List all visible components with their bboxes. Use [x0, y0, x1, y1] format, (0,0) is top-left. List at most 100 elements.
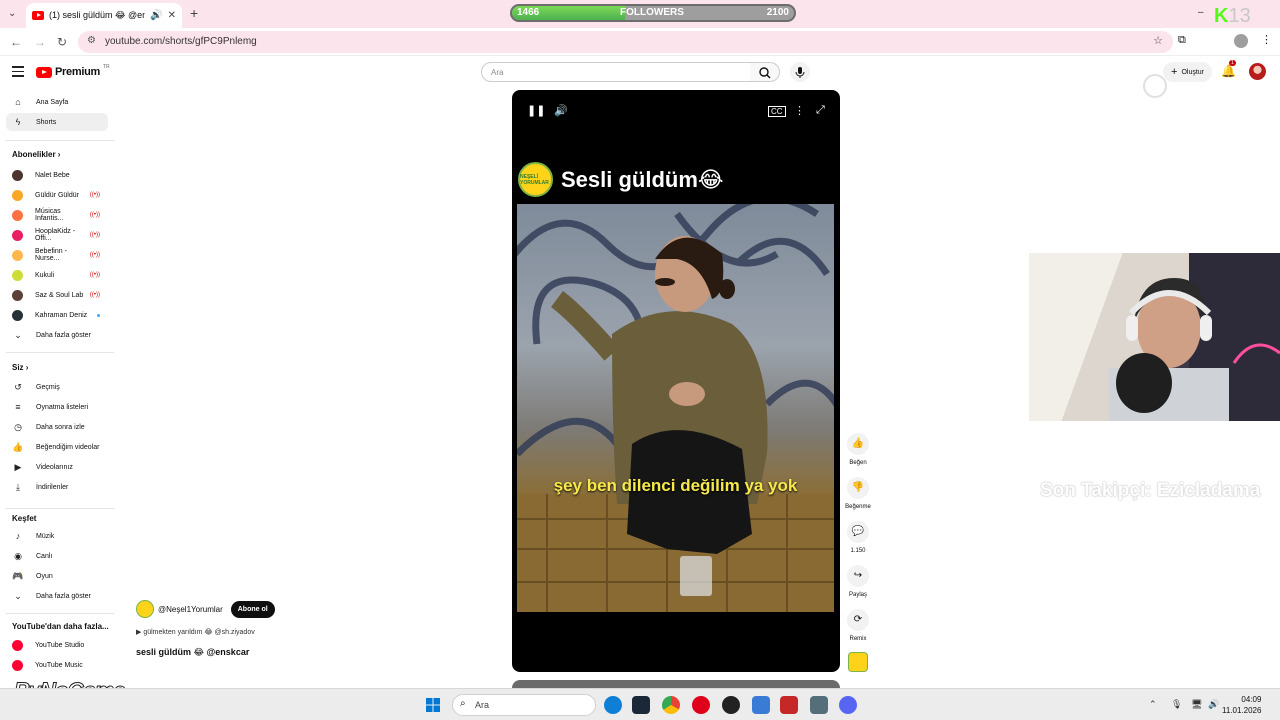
search-button[interactable]	[750, 62, 780, 82]
share-icon: ↪	[847, 565, 869, 587]
network-icon[interactable]: 🖥	[1191, 699, 1202, 710]
comments-count: 1.150	[850, 548, 866, 554]
volume-tray-icon[interactable]: 🔊	[1208, 699, 1219, 710]
sidebar-item-you[interactable]: ▶ Videolarınız	[6, 458, 108, 476]
subscription-item[interactable]: Kukuli ((•))	[6, 266, 108, 284]
tab-close-button[interactable]: ✕	[168, 10, 176, 21]
subscription-item[interactable]: Güldür Güldür ((•))	[6, 186, 108, 204]
sidebar-item-home[interactable]: ⌂ Ana Sayfa	[6, 93, 108, 111]
share-label: Paylaş	[848, 592, 867, 598]
app-icon[interactable]	[780, 696, 798, 714]
subscribe-button[interactable]: Abone ol	[230, 600, 275, 618]
logo-text: Premium	[55, 66, 100, 78]
browser-toolbar: ← → ↻ ⚙ youtube.com/shorts/gfPC9Pnlemg ☆…	[0, 28, 1280, 56]
steam-icon[interactable]	[632, 696, 650, 714]
sidebar-item-explore[interactable]: 🎮 Oyun	[6, 567, 108, 585]
tab-search-icon[interactable]: ⌄	[8, 8, 16, 19]
remix-button[interactable]: ⟳ Remix	[842, 609, 874, 642]
subscription-label: Saz & Soul Lab	[35, 291, 84, 299]
reload-icon[interactable]: ↻	[57, 35, 67, 49]
video-description[interactable]: ▶ gülmekten yarıldım 😂 @sh.ziyadov	[136, 628, 255, 636]
subscription-item[interactable]: Nalet Bebe	[6, 166, 108, 184]
sidebar-item-shorts[interactable]: ϟ Shorts	[6, 113, 108, 131]
windows-start-icon[interactable]	[426, 698, 440, 712]
subscription-item[interactable]: Bebefinn - Nurse... ((•))	[6, 246, 108, 264]
create-button[interactable]: + Oluştur	[1163, 62, 1212, 82]
sidebar-item-you[interactable]: ≡ Oynatma listeleri	[6, 398, 108, 416]
address-bar[interactable]: ⚙ youtube.com/shorts/gfPC9Pnlemg ☆	[78, 31, 1173, 53]
search-icon	[759, 67, 771, 79]
back-arrow-icon[interactable]: ←	[10, 35, 22, 49]
subscription-item[interactable]: Kahraman Deniz	[6, 306, 108, 324]
comment-icon: 💬	[847, 521, 869, 543]
sidebar-item-you[interactable]: ⤓ İndirilenler	[6, 478, 108, 496]
chrome-icon[interactable]	[662, 696, 680, 714]
sidebar-item-you[interactable]: ◷ Daha sonra izle	[6, 418, 108, 436]
sidebar-item-explore[interactable]: ◉ Canlı	[6, 547, 108, 565]
chrome-menu-icon[interactable]: ⋮	[1261, 33, 1272, 46]
obs-icon[interactable]	[722, 696, 740, 714]
profile-avatar[interactable]	[1234, 34, 1248, 48]
taskbar-search[interactable]: ⌕ Ara	[452, 694, 596, 716]
sidebar-item-you[interactable]: ↺ Geçmiş	[6, 378, 108, 396]
hamburger-menu-icon[interactable]	[12, 66, 24, 80]
tray-microphone-icon[interactable]: 🎙	[1171, 699, 1182, 710]
next-short-preview[interactable]	[512, 680, 840, 688]
tray-chevron-icon[interactable]: ⌃	[1149, 699, 1157, 710]
dislike-button[interactable]: 👎 Beğenme	[842, 477, 874, 510]
live-indicator-icon: ((•))	[89, 292, 100, 298]
browser-tab[interactable]: (1) sesli güldüm 😂 @ensk 🔊 ✕	[26, 3, 182, 28]
subscription-item[interactable]: Saz & Soul Lab ((•))	[6, 286, 108, 304]
sound-source-thumbnail[interactable]	[848, 652, 868, 672]
subscription-item[interactable]: Músicas Infantis... ((•))	[6, 206, 108, 224]
subscription-item[interactable]: HooplaKidz - Offi... ((•))	[6, 226, 108, 244]
minimize-window-button[interactable]: –	[1198, 7, 1204, 18]
forward-arrow-icon[interactable]: →	[34, 35, 46, 49]
subscriptions-heading[interactable]: Abonelikler ›	[12, 150, 60, 159]
you-heading[interactable]: Siz ›	[12, 363, 28, 372]
live-indicator-icon: ((•))	[89, 272, 100, 278]
extensions-icon[interactable]: ⧉	[1178, 34, 1186, 47]
system-clock[interactable]: 04:09 11.01.2026	[1222, 694, 1261, 716]
voice-search-button[interactable]	[790, 62, 810, 82]
sidebar-item-explore[interactable]: ♪ Müzik	[6, 527, 108, 545]
pause-icon[interactable]: ❚❚	[527, 104, 545, 117]
sidebar-divider	[6, 613, 114, 614]
opera-icon[interactable]	[692, 696, 710, 714]
shorts-player[interactable]: ❚❚ 🔊 CC ⋮ ⤢ NEŞELİ YORUMLAR Sesli güldüm…	[512, 90, 840, 672]
sidebar-item-you[interactable]: 👍 Beğendiğim videolar	[6, 438, 108, 456]
new-tab-button[interactable]: +	[190, 5, 198, 21]
share-button[interactable]: ↪ Paylaş	[842, 565, 874, 598]
photos-icon[interactable]	[752, 696, 770, 714]
sidebar-item-more[interactable]: YouTube Studio	[6, 636, 108, 654]
video-scene-image	[517, 204, 834, 612]
bookmark-star-icon[interactable]: ☆	[1153, 34, 1163, 47]
discord-icon[interactable]	[839, 696, 857, 714]
comments-button[interactable]: 💬 1.150	[842, 521, 874, 554]
microphone-icon	[795, 67, 805, 78]
subscription-label: HooplaKidz - Offi...	[35, 228, 76, 242]
edge-icon[interactable]	[604, 696, 622, 714]
tab-audio-icon[interactable]: 🔊	[150, 10, 162, 21]
site-info-icon[interactable]: ⚙	[87, 35, 96, 46]
like-button[interactable]: 👍 Beğen	[842, 433, 874, 466]
remix-icon: ⟳	[847, 609, 869, 631]
volume-icon[interactable]: 🔊	[554, 104, 568, 117]
clock-time: 04:09	[1241, 695, 1262, 704]
captions-icon[interactable]: CC	[768, 106, 786, 117]
search-input[interactable]: Ara	[481, 62, 751, 82]
channel-handle[interactable]: @Neşel1Yorumlar	[158, 605, 223, 614]
sidebar-show-more[interactable]: ⌄ Daha fazla göster	[6, 326, 108, 344]
channel-avatar[interactable]	[136, 600, 154, 618]
sidebar-item-label: Ana Sayfa	[36, 98, 69, 106]
more-options-icon[interactable]: ⋮	[794, 104, 805, 117]
notifications-bell-icon[interactable]: 🔔 1	[1221, 60, 1236, 78]
fullscreen-icon[interactable]: ⤢	[816, 104, 825, 117]
settings-app-icon[interactable]	[810, 696, 828, 714]
subscription-label: Güldür Güldür	[35, 191, 79, 199]
sidebar-item-more[interactable]: YouTube Music	[6, 656, 108, 674]
youtube-premium-logo[interactable]: Premium TR	[36, 64, 110, 78]
sidebar-show-more-explore[interactable]: ⌄ Daha fazla göster	[6, 587, 108, 605]
account-avatar[interactable]	[1249, 63, 1266, 80]
followers-goal: 2100	[766, 7, 789, 18]
